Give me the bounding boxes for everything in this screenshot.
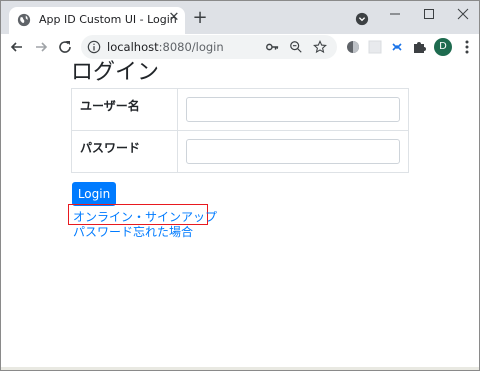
page-title: ログイン <box>71 60 160 85</box>
browser-toolbar: localhost:8080/login <box>1 34 479 60</box>
tab-search-icon[interactable] <box>355 12 369 26</box>
extension-circle-icon[interactable] <box>345 39 361 55</box>
window-close-icon[interactable] <box>449 5 477 23</box>
zoom-icon[interactable] <box>289 40 303 54</box>
forgot-password-link[interactable]: パスワード忘れた場合 <box>73 223 193 240</box>
globe-icon <box>17 13 31 27</box>
avatar[interactable]: D <box>434 38 452 56</box>
kebab-menu-icon[interactable] <box>459 39 475 55</box>
tab-title: App ID Custom UI - Login <box>39 13 177 26</box>
minimize-icon[interactable] <box>381 5 409 23</box>
username-cell <box>177 88 409 131</box>
tab-active[interactable]: App ID Custom UI - Login ✕ <box>9 7 185 34</box>
tab-strip: App ID Custom UI - Login ✕ + <box>1 1 479 34</box>
address-bar[interactable]: localhost:8080/login <box>81 35 337 59</box>
arrow-left-icon[interactable] <box>9 39 25 55</box>
username-input[interactable] <box>186 97 400 122</box>
reload-icon[interactable] <box>57 39 73 55</box>
table-row: パスワード <box>71 130 409 173</box>
star-icon[interactable] <box>313 40 327 54</box>
extension-link-icon[interactable] <box>389 39 405 55</box>
login-form-table: ユーザー名 パスワード <box>71 88 409 173</box>
page-content: ログイン ユーザー名 パスワード Login オンライン・サインアップ パスワー… <box>1 60 479 370</box>
table-row: ユーザー名 <box>71 88 409 131</box>
extension-square-icon[interactable] <box>367 39 383 55</box>
maximize-icon[interactable] <box>415 5 443 23</box>
username-label: ユーザー名 <box>71 88 178 131</box>
url-path: :8080/login <box>158 40 224 54</box>
password-input[interactable] <box>186 139 400 164</box>
close-icon[interactable]: ✕ <box>166 10 182 26</box>
url-text[interactable]: localhost:8080/login <box>107 40 224 54</box>
url-host: localhost <box>107 40 159 54</box>
puzzle-icon[interactable] <box>411 39 427 55</box>
password-label: パスワード <box>71 130 178 173</box>
login-button[interactable]: Login <box>72 182 116 206</box>
browser-window: App ID Custom UI - Login ✕ + localhost:8… <box>0 0 480 371</box>
info-icon[interactable] <box>87 40 101 54</box>
bottom-strip <box>1 367 479 370</box>
password-cell <box>177 130 409 173</box>
arrow-right-icon[interactable] <box>33 39 49 55</box>
key-icon[interactable] <box>265 40 279 54</box>
plus-icon[interactable]: + <box>191 9 209 27</box>
